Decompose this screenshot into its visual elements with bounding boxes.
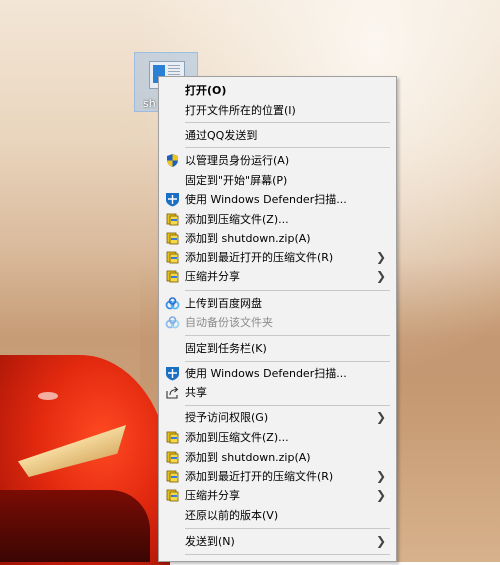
menu-item-label: 使用 Windows Defender扫描...	[185, 193, 347, 206]
menu-separator	[185, 554, 390, 555]
menu-item-restore-previous-versions[interactable]: 还原以前的版本(V)	[159, 506, 396, 525]
menu-item-label: 添加到最近打开的压缩文件(R)	[185, 251, 334, 264]
menu-separator	[185, 405, 390, 406]
menu-item-open[interactable]: 打开(O)	[159, 81, 396, 100]
car-lower-body	[0, 490, 150, 562]
menu-item-label: 打开文件所在的位置(I)	[185, 104, 296, 117]
winrar-icon	[165, 488, 180, 503]
menu-item-label: 固定到任务栏(K)	[185, 342, 267, 355]
menu-separator	[185, 361, 390, 362]
menu-item-label: 还原以前的版本(V)	[185, 509, 279, 522]
menu-separator	[185, 122, 390, 123]
windows-defender-icon	[165, 366, 180, 381]
menu-item-compress-and-share[interactable]: 压缩并分享 ❯	[159, 486, 396, 505]
menu-item-share[interactable]: 共享	[159, 383, 396, 402]
chevron-right-icon: ❯	[375, 410, 386, 424]
menu-item-label: 添加到压缩文件(Z)...	[185, 431, 289, 444]
menu-item-label: 自动备份该文件夹	[185, 316, 273, 329]
chevron-right-icon: ❯	[375, 534, 386, 548]
menu-separator	[185, 528, 390, 529]
uac-shield-icon	[165, 153, 180, 168]
menu-item-label: 使用 Windows Defender扫描...	[185, 367, 347, 380]
chevron-right-icon: ❯	[375, 488, 386, 502]
menu-item-pin-to-taskbar[interactable]: 固定到任务栏(K)	[159, 339, 396, 358]
menu-item-add-to-recent-archive[interactable]: 添加到最近打开的压缩文件(R) ❯	[159, 248, 396, 267]
menu-item-label: 授予访问权限(G)	[185, 411, 269, 424]
menu-item-run-as-admin[interactable]: 以管理员身份运行(A)	[159, 151, 396, 170]
menu-item-label: 添加到压缩文件(Z)...	[185, 213, 289, 226]
menu-item-send-to[interactable]: 发送到(N) ❯	[159, 532, 396, 551]
menu-item-label: 添加到最近打开的压缩文件(R)	[185, 470, 334, 483]
share-icon	[165, 385, 180, 400]
menu-separator	[185, 335, 390, 336]
menu-item-label: 压缩并分享	[185, 489, 240, 502]
menu-item-label: 通过QQ发送到	[185, 129, 258, 142]
menu-item-add-to-zip[interactable]: 添加到 shutdown.zip(A)	[159, 448, 396, 467]
winrar-icon	[165, 231, 180, 246]
menu-item-label: 发送到(N)	[185, 535, 235, 548]
menu-item-add-to-zip[interactable]: 添加到 shutdown.zip(A)	[159, 229, 396, 248]
menu-item-defender-scan[interactable]: 使用 Windows Defender扫描...	[159, 190, 396, 209]
menu-item-label: 共享	[185, 386, 207, 399]
menu-item-label: 添加到 shutdown.zip(A)	[185, 232, 311, 245]
menu-item-give-access[interactable]: 授予访问权限(G) ❯	[159, 408, 396, 427]
menu-item-label: 压缩并分享	[185, 270, 240, 283]
baidu-netdisk-icon	[165, 315, 180, 330]
menu-item-defender-scan[interactable]: 使用 Windows Defender扫描...	[159, 364, 396, 383]
winrar-icon	[165, 469, 180, 484]
chevron-right-icon: ❯	[375, 469, 386, 483]
winrar-icon	[165, 269, 180, 284]
menu-item-add-to-archive[interactable]: 添加到压缩文件(Z)...	[159, 428, 396, 447]
menu-item-label: 上传到百度网盘	[185, 297, 262, 310]
menu-item-label: 添加到 shutdown.zip(A)	[185, 451, 311, 464]
winrar-icon	[165, 450, 180, 465]
menu-separator	[185, 290, 390, 291]
menu-item-auto-backup-folder[interactable]: 自动备份该文件夹	[159, 313, 396, 332]
chevron-right-icon: ❯	[375, 250, 386, 264]
menu-separator	[185, 147, 390, 148]
menu-item-label: 固定到"开始"屏幕(P)	[185, 174, 288, 187]
menu-item-open-file-location[interactable]: 打开文件所在的位置(I)	[159, 101, 396, 120]
windows-defender-icon	[165, 192, 180, 207]
winrar-icon	[165, 250, 180, 265]
menu-item-compress-and-share[interactable]: 压缩并分享 ❯	[159, 267, 396, 286]
context-menu: 打开(O) 打开文件所在的位置(I) 通过QQ发送到 以管理员身份运行(A) 固…	[158, 76, 397, 562]
winrar-icon	[165, 212, 180, 227]
menu-item-pin-to-start[interactable]: 固定到"开始"屏幕(P)	[159, 171, 396, 190]
menu-item-add-to-recent-archive[interactable]: 添加到最近打开的压缩文件(R) ❯	[159, 467, 396, 486]
menu-item-upload-baidu[interactable]: 上传到百度网盘	[159, 294, 396, 313]
menu-item-label: 打开(O)	[185, 84, 227, 97]
menu-item-send-via-qq[interactable]: 通过QQ发送到	[159, 126, 396, 145]
chevron-right-icon: ❯	[375, 269, 386, 283]
menu-item-add-to-archive[interactable]: 添加到压缩文件(Z)...	[159, 210, 396, 229]
car-reflection	[38, 392, 58, 400]
menu-item-label: 以管理员身份运行(A)	[185, 154, 290, 167]
baidu-netdisk-icon	[165, 296, 180, 311]
winrar-icon	[165, 430, 180, 445]
